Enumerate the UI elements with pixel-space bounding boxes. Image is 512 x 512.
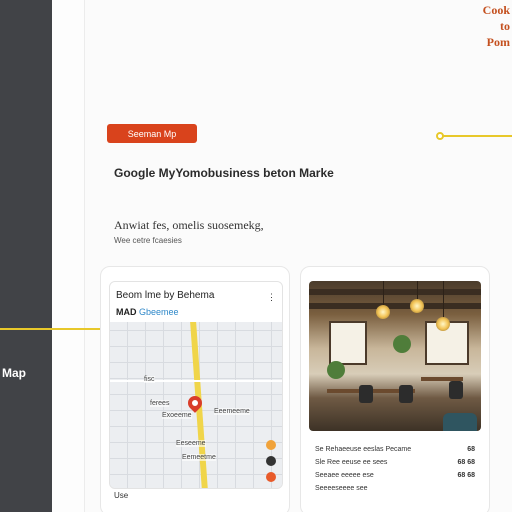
pendant-lamp-icon <box>410 299 424 313</box>
map-layer-icon[interactable] <box>266 440 276 450</box>
detail-label: Seeeeseeee see <box>315 485 368 492</box>
map-subtitle: MAD Gbeemee <box>116 307 276 317</box>
top-right-text: Cook to Pom <box>483 2 510 50</box>
map-label-4: Eeemeeme <box>214 408 250 415</box>
photo-window-1 <box>329 321 367 365</box>
map-subtitle-link[interactable]: Gbeemee <box>139 307 179 317</box>
map-locate-icon[interactable] <box>266 456 276 466</box>
pendant-lamp-icon <box>436 317 450 331</box>
detail-label: Sle Ree eeuse ee sees <box>315 459 388 466</box>
detail-label: Se Rehaeeuse eeslas Pecame <box>315 446 412 453</box>
photo-cord-3 <box>443 281 444 319</box>
restaurant-photo <box>309 281 481 431</box>
sidebar: Map <box>0 0 52 512</box>
top-right-line-1: Cook <box>482 3 510 17</box>
photo-chair-1 <box>359 385 373 403</box>
top-right-line-2: to <box>500 19 510 33</box>
map-label-3: Exoeeme <box>162 412 192 419</box>
detail-row: Sle Ree eeuse ee sees 68 68 <box>315 456 475 469</box>
detail-row: Se Rehaeeuse eeslas Pecame 68 <box>315 443 475 456</box>
cta-button[interactable]: Seeman Mp <box>107 124 197 143</box>
map-label-2: ferees <box>150 400 170 407</box>
map-zoom-icon[interactable] <box>266 472 276 482</box>
share-icon[interactable]: ⋮ <box>267 292 276 303</box>
detail-row: Seeeeseeee see <box>315 482 475 495</box>
map-title: Beom lme by Behema <box>116 290 215 301</box>
photo-chair-2 <box>399 385 413 403</box>
top-right-line-3: Pom <box>486 35 510 49</box>
pendant-lamp-icon <box>376 305 390 319</box>
map-header: Beom lme by Behema MAD Gbeemee ⋮ <box>110 282 282 322</box>
photo-cord-2 <box>417 281 418 301</box>
map-card[interactable]: Beom lme by Behema MAD Gbeemee ⋮ fisc fe… <box>100 266 290 512</box>
map-label-1: fisc <box>144 376 155 383</box>
page: Map Cook to Pom Seeman Mp Google MyYomob… <box>0 0 512 512</box>
map-view[interactable]: Beom lme by Behema MAD Gbeemee ⋮ fisc fe… <box>109 281 283 489</box>
photo-beam-1 <box>309 289 481 295</box>
detail-value: 68 68 <box>457 472 475 479</box>
map-grid: fisc ferees Exoeeme Eeemeeme Eeseeme Eem… <box>110 322 282 488</box>
detail-label: Seeaee eeeee ese <box>315 472 374 479</box>
sidebar-map-label[interactable]: Map <box>2 366 26 380</box>
photo-card[interactable]: Se Rehaeeuse eeslas Pecame 68 Sle Ree eeu… <box>300 266 490 512</box>
map-label-5: Eeseeme <box>176 440 206 447</box>
page-heading: Google MyYomobusiness beton Marke <box>114 166 334 180</box>
photo-plant-1 <box>393 335 411 353</box>
photo-beam-2 <box>309 303 481 309</box>
map-label-6: Eemeetme <box>182 454 216 461</box>
detail-value: 68 <box>467 446 475 453</box>
map-bottom-label: Use <box>114 491 129 500</box>
detail-value: 68 68 <box>457 459 475 466</box>
photo-plant-2 <box>327 361 345 379</box>
map-subtitle-prefix: MAD <box>116 307 137 317</box>
photo-sofa <box>443 413 477 431</box>
highlight-dot-top <box>436 132 444 140</box>
page-subheading: Anwiat fes, omelis suosemekg, <box>114 218 264 232</box>
photo-cord-1 <box>383 281 384 307</box>
detail-row: Seeaee eeeee ese 68 68 <box>315 469 475 482</box>
details-list: Se Rehaeeuse eeslas Pecame 68 Sle Ree eeu… <box>315 443 475 495</box>
page-caption: Wee cetre fcaesies <box>114 236 182 245</box>
photo-chair-3 <box>449 381 463 399</box>
map-road-cross <box>110 380 282 382</box>
highlight-line-top <box>440 135 512 137</box>
